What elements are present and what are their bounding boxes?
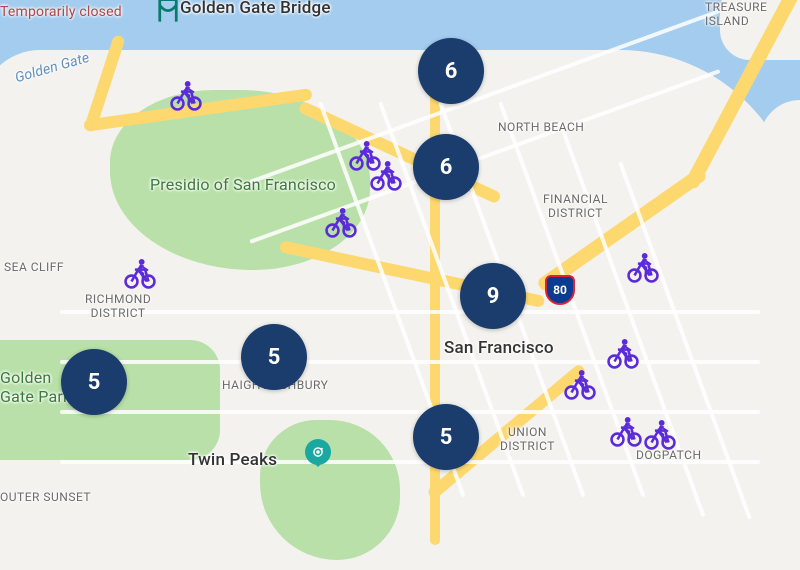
highway-80-label: 80: [553, 283, 567, 297]
union-label: UNION DISTRICT: [500, 425, 555, 453]
cluster-count: 6: [440, 155, 453, 180]
cluster-marker[interactable]: 5: [61, 349, 127, 415]
richmond-label: RICHMOND DISTRICT: [85, 292, 151, 320]
bike-marker-icon[interactable]: [324, 205, 358, 239]
treasure-island-label: TREASURE ISLAND: [705, 0, 767, 28]
bike-marker-icon[interactable]: [626, 250, 660, 284]
city-label: San Francisco: [444, 338, 554, 358]
bike-marker-icon[interactable]: [169, 78, 203, 112]
bike-marker-icon[interactable]: [369, 158, 403, 192]
closed-notice-label: Temporarily closed: [0, 4, 122, 20]
cluster-marker[interactable]: 9: [460, 263, 526, 329]
cluster-marker[interactable]: 5: [413, 404, 479, 470]
cluster-marker[interactable]: 5: [241, 324, 307, 390]
twin-peaks-poi-icon[interactable]: [305, 439, 331, 465]
cluster-count: 5: [88, 370, 101, 395]
outer-sunset-label: OUTER SUNSET: [0, 490, 91, 504]
sea-cliff-label: SEA CLIFF: [4, 260, 64, 274]
highway-80-shield: 80: [545, 275, 575, 305]
north-beach-label: NORTH BEACH: [498, 120, 584, 134]
cluster-count: 5: [440, 425, 453, 450]
bike-marker-icon[interactable]: [643, 417, 677, 451]
cluster-count: 9: [487, 284, 500, 309]
bike-marker-icon[interactable]: [606, 336, 640, 370]
cluster-marker[interactable]: 6: [413, 134, 479, 200]
cluster-count: 6: [445, 59, 458, 84]
twin-peaks-label: Twin Peaks: [188, 450, 277, 470]
map-canvas[interactable]: Temporarily closed Golden Gate Bridge Go…: [0, 0, 800, 534]
bike-marker-icon[interactable]: [563, 367, 597, 401]
bike-marker-icon[interactable]: [609, 414, 643, 448]
financial-district-label: FINANCIAL DISTRICT: [543, 192, 608, 220]
bridge-label: Golden Gate Bridge: [180, 0, 331, 18]
cluster-marker[interactable]: 6: [418, 38, 484, 104]
bike-marker-icon[interactable]: [123, 256, 157, 290]
presidio-label: Presidio of San Francisco: [150, 175, 336, 194]
bridge-marker-icon: [157, 0, 179, 24]
cluster-count: 5: [268, 345, 281, 370]
